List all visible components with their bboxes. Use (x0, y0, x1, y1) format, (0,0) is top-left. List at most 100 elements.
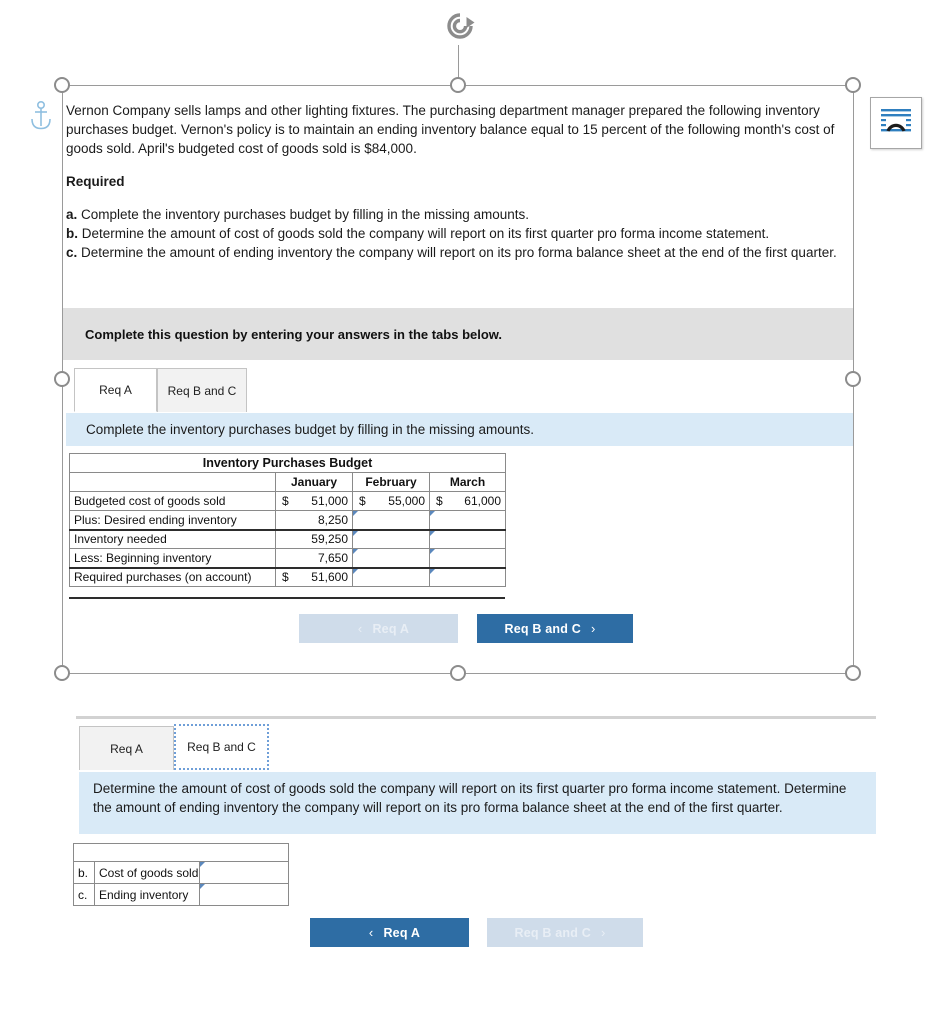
cell-beginning-inventory-january: 7,650 (275, 548, 353, 569)
chevron-left-icon: ‹ (368, 925, 374, 940)
row-label-inventory-needed: Inventory needed (69, 529, 276, 549)
lower-next-req-b-and-c-button[interactable]: Req B and C › (487, 918, 643, 947)
lower-tab-req-a[interactable]: Req A (79, 726, 174, 770)
row-label-beginning-inventory: Less: Beginning inventory (69, 548, 276, 569)
lower-prev-req-a-label: Req A (383, 925, 421, 940)
required-list: a. Complete the inventory purchases budg… (66, 205, 856, 262)
table-row: Less: Beginning inventory 7,650 (69, 548, 506, 569)
input-desired-ending-february[interactable] (352, 510, 430, 531)
selection-handle-top-right[interactable] (845, 77, 861, 93)
required-item-c-marker: c. (66, 245, 78, 260)
lower-section-separator (76, 716, 876, 719)
tab-req-a[interactable]: Req A (74, 368, 157, 412)
row-label-cost-of-goods-sold: Cost of goods sold (94, 861, 200, 884)
prev-req-a-label: Req A (372, 621, 410, 636)
req-bc-answer-table: b. Cost of goods sold c. Ending inventor… (73, 843, 289, 906)
selection-handle-middle-left[interactable] (54, 371, 70, 387)
selection-handle-bottom-right[interactable] (845, 665, 861, 681)
cell-budgeted-cogs-january: $51,000 (275, 491, 353, 511)
cell-desired-ending-january: 8,250 (275, 510, 353, 531)
cell-value: 8,250 (317, 512, 348, 527)
lower-tab-req-b-and-c-label: Req B and C (187, 740, 256, 754)
next-req-b-and-c-button[interactable]: Req B and C › (477, 614, 633, 643)
input-ending-inventory[interactable] (199, 883, 289, 906)
required-item-a: a. Complete the inventory purchases budg… (66, 205, 856, 224)
prev-req-a-button[interactable]: ‹ Req A (299, 614, 458, 643)
tab-req-b-and-c[interactable]: Req B and C (157, 368, 247, 412)
anchor-icon (28, 100, 54, 132)
lower-table-header-row (73, 843, 289, 862)
required-item-a-marker: a. (66, 207, 78, 222)
row-marker-c: c. (73, 883, 95, 906)
input-inventory-needed-march[interactable] (429, 529, 506, 549)
table-bottom-rule (69, 597, 505, 599)
chevron-right-icon: › (600, 925, 606, 940)
row-label-desired-ending-inventory: Plus: Desired ending inventory (69, 510, 276, 531)
col-header-february: February (352, 472, 430, 492)
required-heading: Required (66, 174, 125, 189)
row-marker-b: b. (73, 861, 95, 884)
input-beginning-inventory-february[interactable] (352, 548, 430, 569)
chevron-left-icon: ‹ (357, 621, 363, 636)
lower-tab-req-b-and-c[interactable]: Req B and C (174, 724, 269, 770)
row-label-required-purchases: Required purchases (on account) (69, 567, 276, 587)
input-cost-of-goods-sold[interactable] (199, 861, 289, 884)
lower-instruction: Determine the amount of cost of goods so… (79, 772, 876, 834)
cell-value: 59,250 (311, 532, 348, 547)
cell-value: 7,650 (317, 550, 348, 565)
cell-value: 51,600 (311, 570, 348, 585)
cell-inventory-needed-january: 59,250 (275, 529, 353, 549)
table-title-row: Inventory Purchases Budget (69, 453, 506, 473)
cell-budgeted-cogs-february: $55,000 (352, 491, 430, 511)
cell-value: 55,000 (388, 494, 425, 508)
col-header-blank (69, 472, 276, 492)
selection-handle-top-left[interactable] (54, 77, 70, 93)
lower-prev-req-a-button[interactable]: ‹ Req A (310, 918, 469, 947)
input-inventory-needed-february[interactable] (352, 529, 430, 549)
selection-handle-bottom-middle[interactable] (450, 665, 466, 681)
layout-options-button[interactable] (870, 97, 922, 149)
tab-req-a-label: Req A (99, 383, 132, 397)
complete-question-banner: Complete this question by entering your … (63, 308, 853, 360)
lower-next-req-b-and-c-label: Req B and C (514, 925, 591, 940)
required-item-b-marker: b. (66, 226, 78, 241)
cell-required-purchases-january: $51,600 (275, 567, 353, 587)
lower-tabbar: Req A Req B and C (79, 724, 269, 770)
dollar-sign: $ (282, 570, 289, 585)
input-required-purchases-february[interactable] (352, 567, 430, 587)
input-required-purchases-march[interactable] (429, 567, 506, 587)
col-header-january: January (275, 472, 353, 492)
row-label-ending-inventory: Ending inventory (94, 883, 200, 906)
table-row: Budgeted cost of goods sold $51,000 $55,… (69, 491, 506, 511)
upper-instruction: Complete the inventory purchases budget … (66, 413, 853, 446)
table-title: Inventory Purchases Budget (69, 453, 506, 473)
selection-handle-top-middle[interactable] (450, 77, 466, 93)
table-row: Plus: Desired ending inventory 8,250 (69, 510, 506, 531)
table-row: Inventory needed 59,250 (69, 529, 506, 549)
input-desired-ending-march[interactable] (429, 510, 506, 531)
tab-req-b-and-c-label: Req B and C (167, 383, 237, 398)
problem-paragraph: Vernon Company sells lamps and other lig… (66, 103, 835, 156)
selection-handle-bottom-left[interactable] (54, 665, 70, 681)
row-label-budgeted-cogs: Budgeted cost of goods sold (69, 491, 276, 511)
cell-value: 51,000 (311, 494, 348, 508)
dollar-sign: $ (282, 494, 289, 508)
rotate-icon[interactable] (441, 8, 479, 46)
selection-handle-middle-right[interactable] (845, 371, 861, 387)
table-row: c. Ending inventory (73, 883, 289, 906)
cell-value: 61,000 (464, 494, 501, 508)
required-item-c: c. Determine the amount of ending invent… (66, 243, 856, 262)
required-item-a-text: Complete the inventory purchases budget … (81, 207, 530, 222)
chevron-right-icon: › (590, 621, 596, 636)
required-item-b-text: Determine the amount of cost of goods so… (81, 226, 770, 241)
table-row: b. Cost of goods sold (73, 861, 289, 884)
required-item-c-text: Determine the amount of ending inventory… (81, 245, 837, 260)
inventory-purchases-budget-table: Inventory Purchases Budget January Febru… (69, 453, 506, 587)
next-req-b-and-c-label: Req B and C (504, 621, 581, 636)
cell-budgeted-cogs-march: $61,000 (429, 491, 506, 511)
text-wrapping-icon (879, 107, 913, 140)
col-header-march: March (429, 472, 506, 492)
table-header-row: January February March (69, 472, 506, 492)
table-row: Required purchases (on account) $51,600 (69, 567, 506, 587)
input-beginning-inventory-march[interactable] (429, 548, 506, 569)
